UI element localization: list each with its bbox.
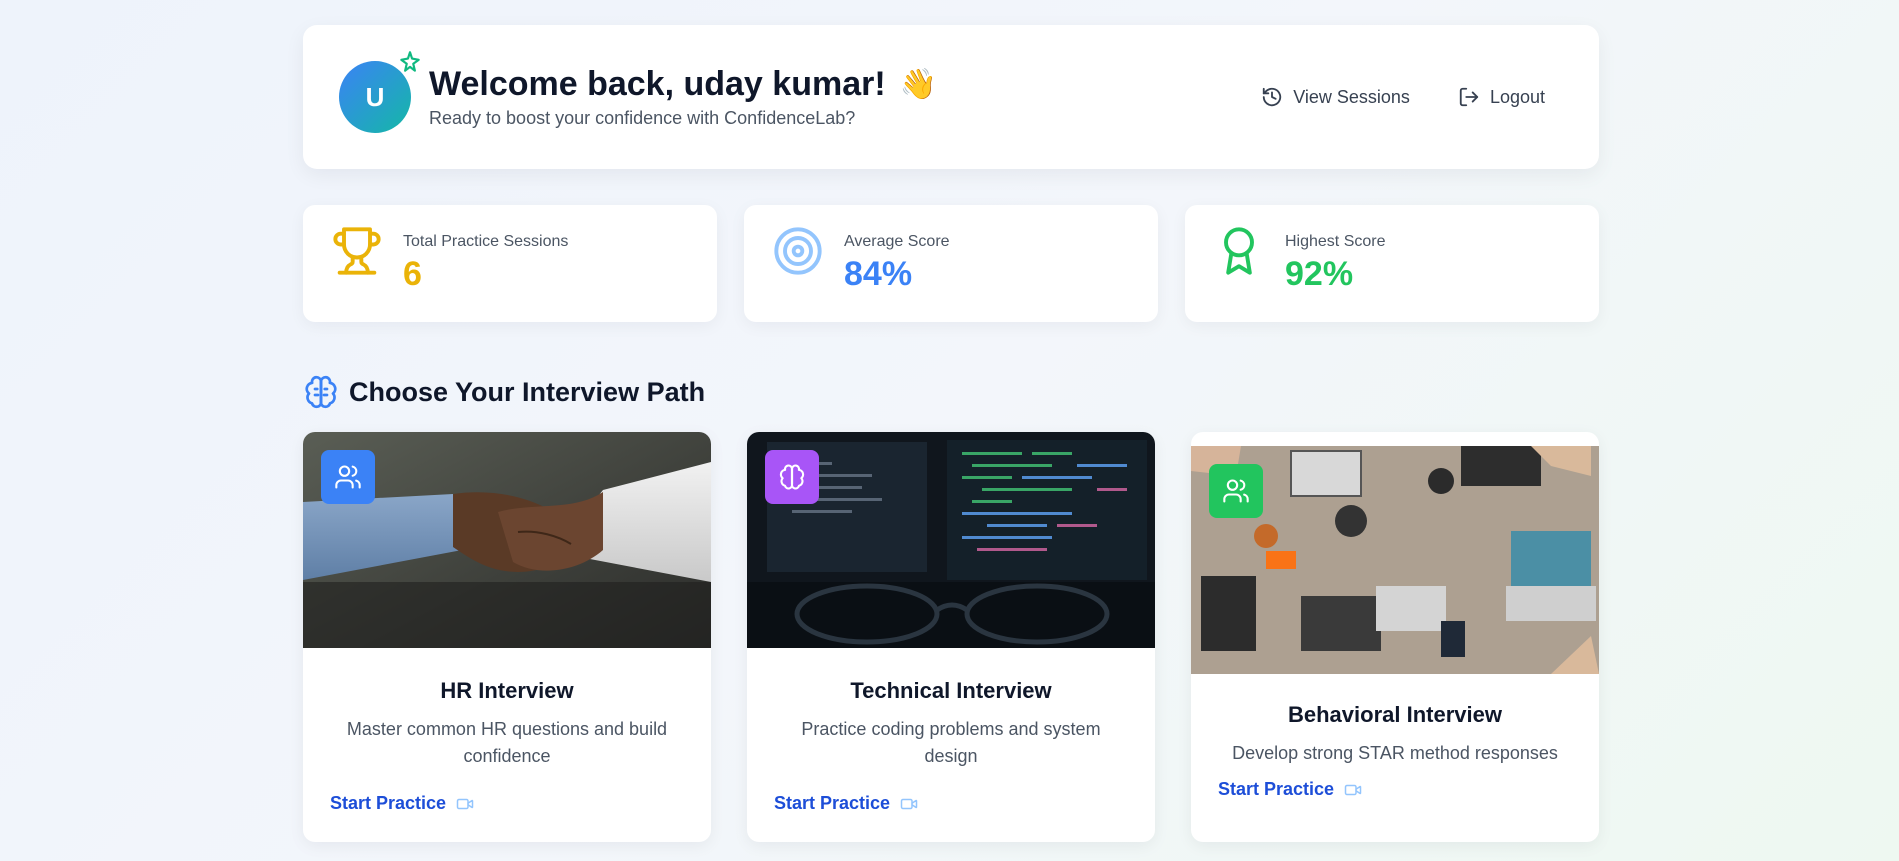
logout-icon bbox=[1459, 87, 1479, 107]
path-title: Behavioral Interview bbox=[1288, 702, 1502, 727]
start-practice-link[interactable]: Start Practice bbox=[774, 793, 918, 814]
sparkle-icon bbox=[400, 51, 420, 72]
header-actions: View Sessions Logout bbox=[1261, 86, 1545, 108]
stat-average-score: Average Score 84% bbox=[744, 205, 1158, 322]
path-body: HR Interview Master common HR questions … bbox=[303, 648, 711, 770]
path-body: Technical Interview Practice coding prob… bbox=[747, 648, 1155, 770]
logout-button[interactable]: Logout bbox=[1458, 86, 1545, 108]
start-practice-link[interactable]: Start Practice bbox=[1218, 779, 1362, 800]
stat-text: Total Practice Sessions 6 bbox=[403, 225, 568, 294]
path-card-behavioral[interactable]: Behavioral Interview Develop strong STAR… bbox=[1191, 432, 1599, 842]
path-card-hr[interactable]: HR Interview Master common HR questions … bbox=[303, 432, 711, 842]
stat-highest-score: Highest Score 92% bbox=[1185, 205, 1599, 322]
path-description: Practice coding problems and system desi… bbox=[801, 719, 1101, 766]
stat-value: 92% bbox=[1285, 255, 1354, 293]
stat-value: 6 bbox=[403, 255, 422, 293]
stat-label: Average Score bbox=[844, 233, 950, 250]
wave-icon: 👋 bbox=[899, 68, 938, 101]
welcome-text: Welcome back, uday kumar! 👋 Ready to boo… bbox=[429, 65, 937, 129]
path-title: HR Interview bbox=[440, 678, 574, 703]
start-practice-label: Start Practice bbox=[330, 793, 447, 813]
welcome-title: Welcome back, uday kumar! bbox=[429, 65, 886, 103]
brain-icon bbox=[305, 375, 337, 409]
start-practice-link[interactable]: Start Practice bbox=[330, 793, 474, 814]
target-icon bbox=[774, 227, 822, 275]
path-badge bbox=[321, 450, 375, 504]
trophy-icon bbox=[333, 227, 381, 275]
stat-label: Total Practice Sessions bbox=[403, 233, 569, 250]
welcome-title-row: Welcome back, uday kumar! 👋 bbox=[429, 65, 937, 104]
start-practice-label: Start Practice bbox=[774, 793, 891, 813]
logout-label: Logout bbox=[1489, 86, 1545, 107]
path-card-technical[interactable]: Technical Interview Practice coding prob… bbox=[747, 432, 1155, 842]
stat-label: Highest Score bbox=[1285, 233, 1386, 250]
welcome-header: U Welcome back, uday kumar! 👋 Ready to b… bbox=[303, 25, 1599, 169]
path-title: Technical Interview bbox=[850, 678, 1052, 703]
section-header: Choose Your Interview Path bbox=[303, 374, 1599, 410]
section-title: Choose Your Interview Path bbox=[349, 376, 706, 407]
welcome-subtitle: Ready to boost your confidence with Conf… bbox=[429, 108, 856, 128]
team-desk-image bbox=[1191, 446, 1599, 674]
stat-total-sessions: Total Practice Sessions 6 bbox=[303, 205, 717, 322]
start-practice-label: Start Practice bbox=[1218, 779, 1335, 799]
stat-text: Highest Score 92% bbox=[1285, 225, 1386, 294]
path-description: Master common HR questions and build con… bbox=[346, 719, 668, 766]
users-icon bbox=[335, 465, 361, 489]
video-icon bbox=[1344, 784, 1362, 795]
video-icon bbox=[456, 798, 474, 809]
welcome-block: U Welcome back, uday kumar! 👋 Ready to b… bbox=[339, 51, 937, 133]
stats-row: Total Practice Sessions 6 Average Score … bbox=[303, 205, 1599, 322]
stat-value: 84% bbox=[844, 255, 913, 293]
path-body: Behavioral Interview Develop strong STAR… bbox=[1191, 674, 1599, 767]
interview-paths: HR Interview Master common HR questions … bbox=[303, 432, 1599, 842]
path-description: Develop strong STAR method responses bbox=[1232, 743, 1558, 763]
users-icon bbox=[1223, 479, 1249, 503]
handshake-image bbox=[303, 432, 711, 648]
avatar: U bbox=[339, 51, 420, 133]
stat-text: Average Score 84% bbox=[844, 225, 950, 294]
award-icon bbox=[1224, 227, 1254, 275]
history-icon bbox=[1263, 87, 1282, 107]
view-sessions-label: View Sessions bbox=[1293, 86, 1410, 107]
path-badge bbox=[765, 450, 819, 504]
video-icon bbox=[900, 798, 918, 809]
dashboard: U Welcome back, uday kumar! 👋 Ready to b… bbox=[303, 25, 1599, 842]
brain-icon bbox=[779, 464, 805, 490]
view-sessions-button[interactable]: View Sessions bbox=[1261, 86, 1410, 108]
code-screen-image bbox=[747, 432, 1155, 648]
path-badge bbox=[1209, 464, 1263, 518]
